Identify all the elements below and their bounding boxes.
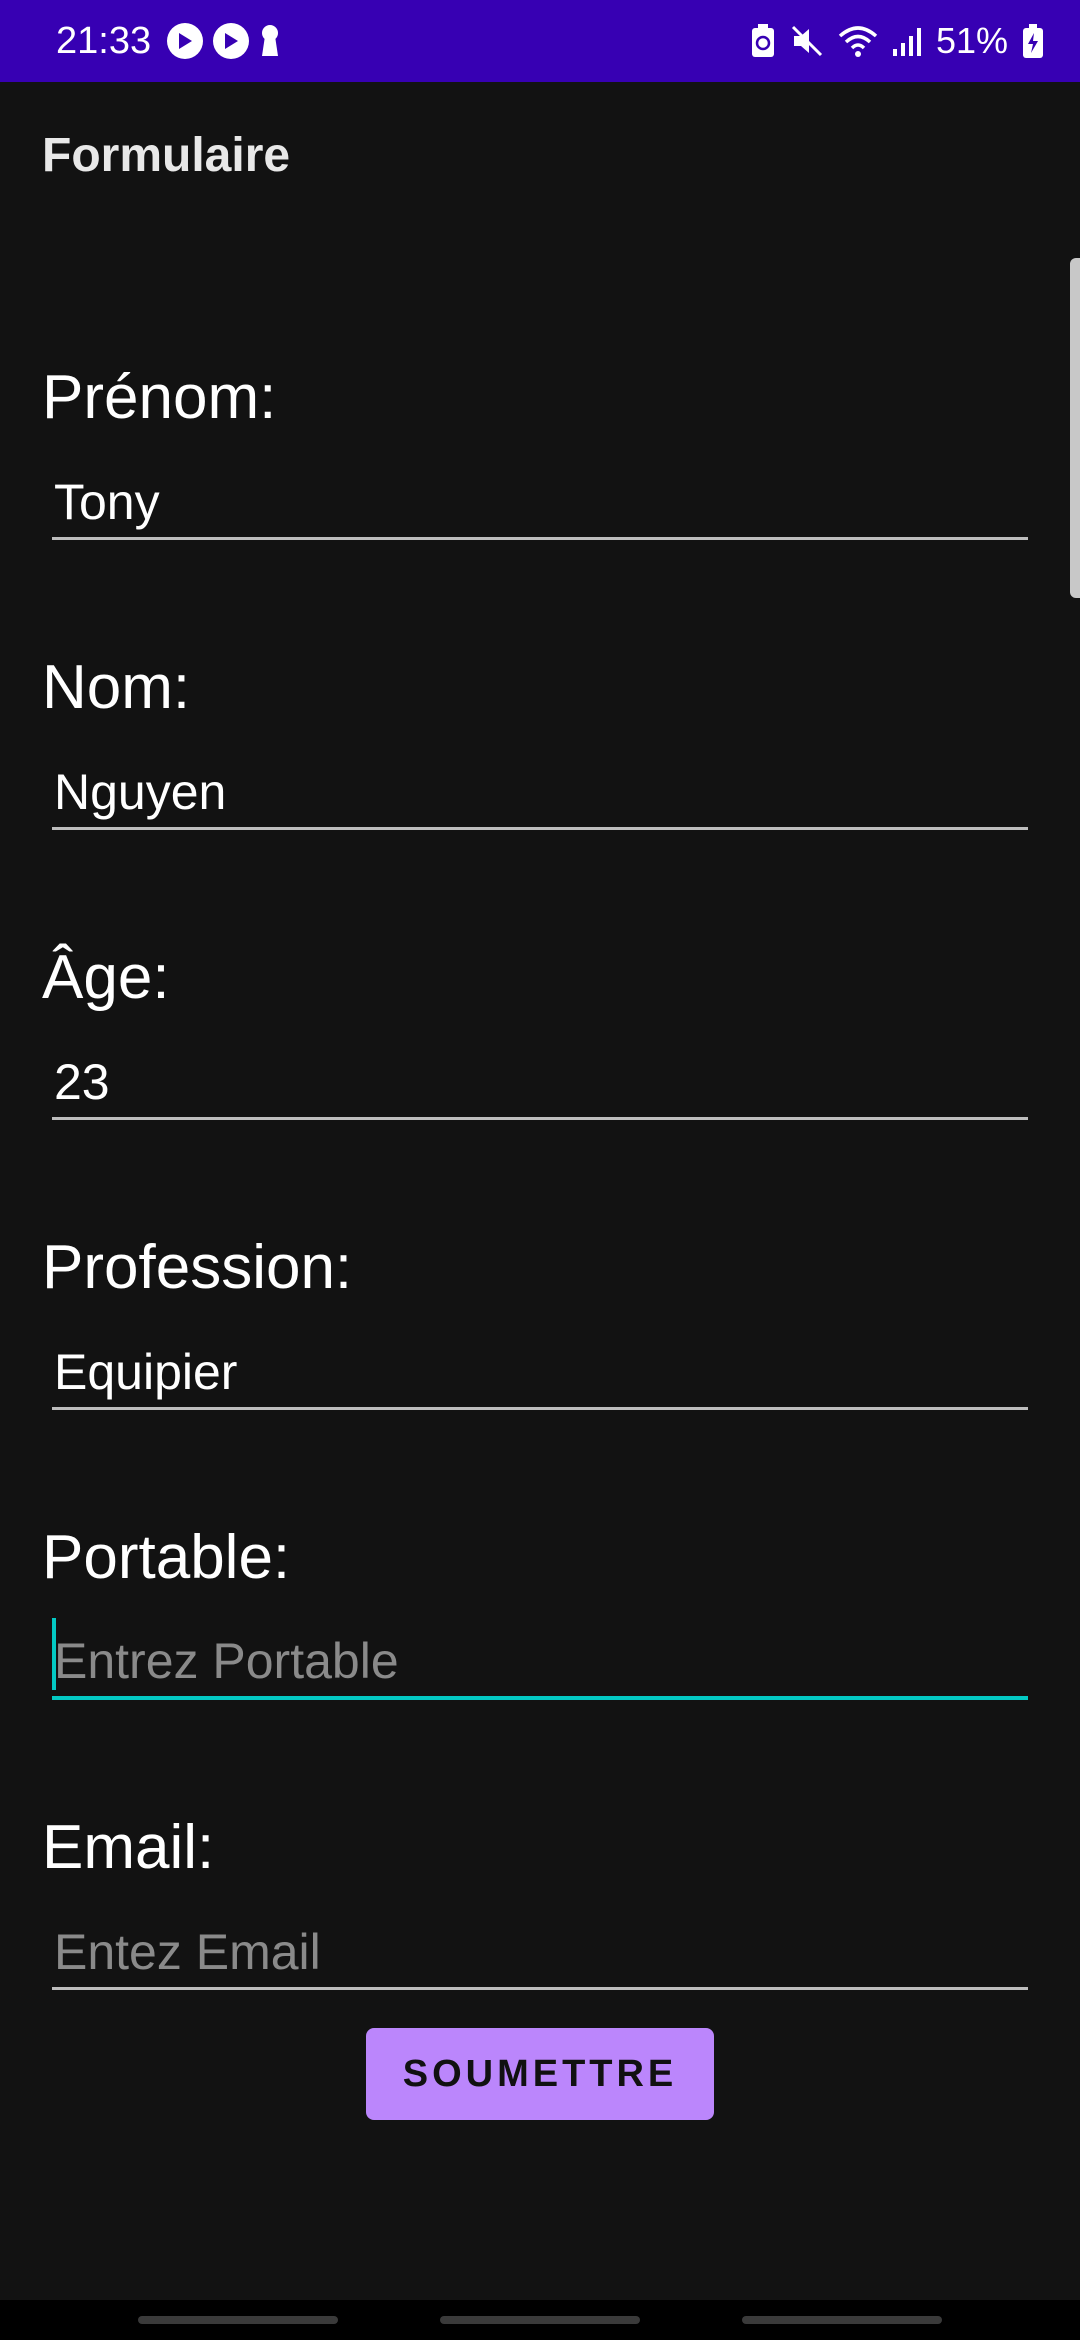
nav-recents-handle[interactable] [138, 2316, 338, 2324]
nav-home-handle[interactable] [440, 2316, 640, 2324]
status-right: 51% [750, 20, 1044, 62]
phone-field[interactable]: Entrez Portable [52, 1618, 1028, 1700]
first-name-field[interactable]: Tony [52, 460, 1028, 540]
age-label: Âge: [42, 943, 170, 1012]
profession-label: Profession: [42, 1233, 353, 1302]
keyhole-icon [259, 24, 281, 58]
first-name-label: Prénom: [42, 363, 277, 432]
phone-label: Portable: [42, 1523, 291, 1592]
profession-field[interactable]: Equipier [52, 1330, 1028, 1410]
nav-back-handle[interactable] [742, 2316, 942, 2324]
battery-saver-icon [750, 23, 776, 59]
email-label: Email: [42, 1813, 215, 1882]
status-left: 21:33 [56, 20, 281, 63]
last-name-label: Nom: [42, 653, 191, 722]
page-title: Formulaire [42, 129, 291, 182]
scrollbar[interactable] [1070, 258, 1080, 598]
submit-button[interactable]: SOUMETTRE [366, 2028, 714, 2120]
battery-charging-icon [1022, 23, 1044, 59]
age-field[interactable]: 23 [52, 1040, 1028, 1120]
signal-icon [892, 25, 922, 57]
phone-placeholder: Entrez Portable [54, 1633, 399, 1689]
email-placeholder: Entez Email [54, 1924, 321, 1980]
mute-icon [790, 24, 824, 58]
play-notification-icon [167, 23, 204, 59]
wifi-icon [838, 24, 878, 58]
email-field[interactable]: Entez Email [52, 1910, 1028, 1990]
navigation-bar [0, 2300, 1080, 2340]
status-bar: 21:33 51% [0, 0, 1080, 82]
play-notification-icon [213, 23, 250, 59]
text-cursor [52, 1618, 56, 1690]
status-time: 21:33 [56, 19, 152, 62]
battery-percent: 51% [935, 20, 1008, 61]
last-name-field[interactable]: Nguyen [52, 750, 1028, 830]
screen: 21:33 51% Formulaire Prénom: Tony Nom: N… [0, 0, 1080, 2340]
